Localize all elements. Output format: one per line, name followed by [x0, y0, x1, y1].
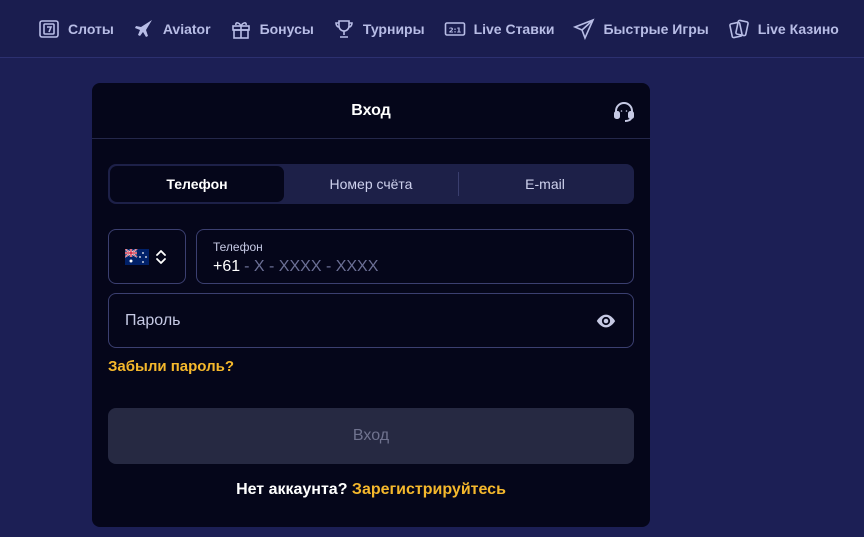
nav-item-aviator[interactable]: Aviator [133, 18, 211, 40]
password-field[interactable]: Пароль [108, 293, 634, 348]
scoreboard-icon: 2:1 [444, 21, 465, 36]
nav-label: Слоты [68, 20, 114, 37]
phone-country-code: +61 [213, 258, 241, 275]
tab-email[interactable]: E-mail [458, 166, 632, 202]
register-link[interactable]: Зарегистрируйтесь [352, 481, 506, 498]
nav-item-tournaments[interactable]: Турниры [333, 18, 425, 40]
tab-account-number[interactable]: Номер счёта [284, 166, 458, 202]
nav-item-live-bets[interactable]: 2:1 Live Ставки [444, 18, 555, 40]
register-prompt: Нет аккаунта? Зарегистрируйтесь [92, 481, 650, 499]
nav-label: Бонусы [259, 20, 314, 37]
password-placeholder: Пароль [125, 311, 181, 329]
forgot-password-link[interactable]: Забыли пароль? [108, 358, 234, 375]
register-text: Нет аккаунта? [236, 481, 348, 498]
headset-icon[interactable] [612, 99, 636, 123]
gift-icon [231, 21, 250, 39]
modal-title: Вход [351, 101, 391, 119]
chevron-updown-icon [156, 249, 166, 264]
modal-header: Вход [92, 83, 650, 139]
nav-item-fast-games[interactable]: Быстрые Игры [573, 18, 709, 40]
nav-item-slots[interactable]: Слоты [38, 18, 114, 40]
nav-label: Live Ставки [473, 20, 555, 37]
nav-item-bonuses[interactable]: Бонусы [230, 18, 314, 40]
nav-label: Aviator [162, 20, 211, 37]
eye-icon[interactable] [595, 310, 617, 332]
nav-label: Быстрые Игры [603, 20, 709, 37]
phone-input[interactable]: +61 - X - XXXX - XXXX [213, 258, 617, 276]
slots-icon [39, 19, 59, 38]
svg-text:2:1: 2:1 [448, 26, 461, 34]
plane-icon [134, 19, 152, 37]
nav-item-live-casino[interactable]: Live Казино [728, 18, 839, 40]
top-navigation: Слоты Aviator Бонусы Турниры 2:1 Live Ст… [0, 0, 864, 58]
nav-label: Live Казино [757, 20, 839, 37]
australia-flag [125, 248, 149, 265]
nav-label: Турниры [362, 20, 425, 37]
phone-field[interactable]: Телефон +61 - X - XXXX - XXXX [196, 229, 634, 284]
trophy-icon [335, 19, 353, 38]
tab-phone[interactable]: Телефон [110, 166, 284, 202]
phone-field-label: Телефон [213, 240, 263, 254]
login-method-tabs: Телефон Номер счёта E-mail [108, 164, 634, 204]
paper-plane-icon [573, 18, 595, 40]
login-button[interactable]: Вход [108, 408, 634, 464]
country-select[interactable] [108, 229, 186, 284]
phone-mask: - X - XXXX - XXXX [244, 258, 379, 275]
login-modal: Вход Телефон Номер счёта E-mail Телефон … [92, 83, 650, 527]
cards-icon [728, 19, 749, 38]
